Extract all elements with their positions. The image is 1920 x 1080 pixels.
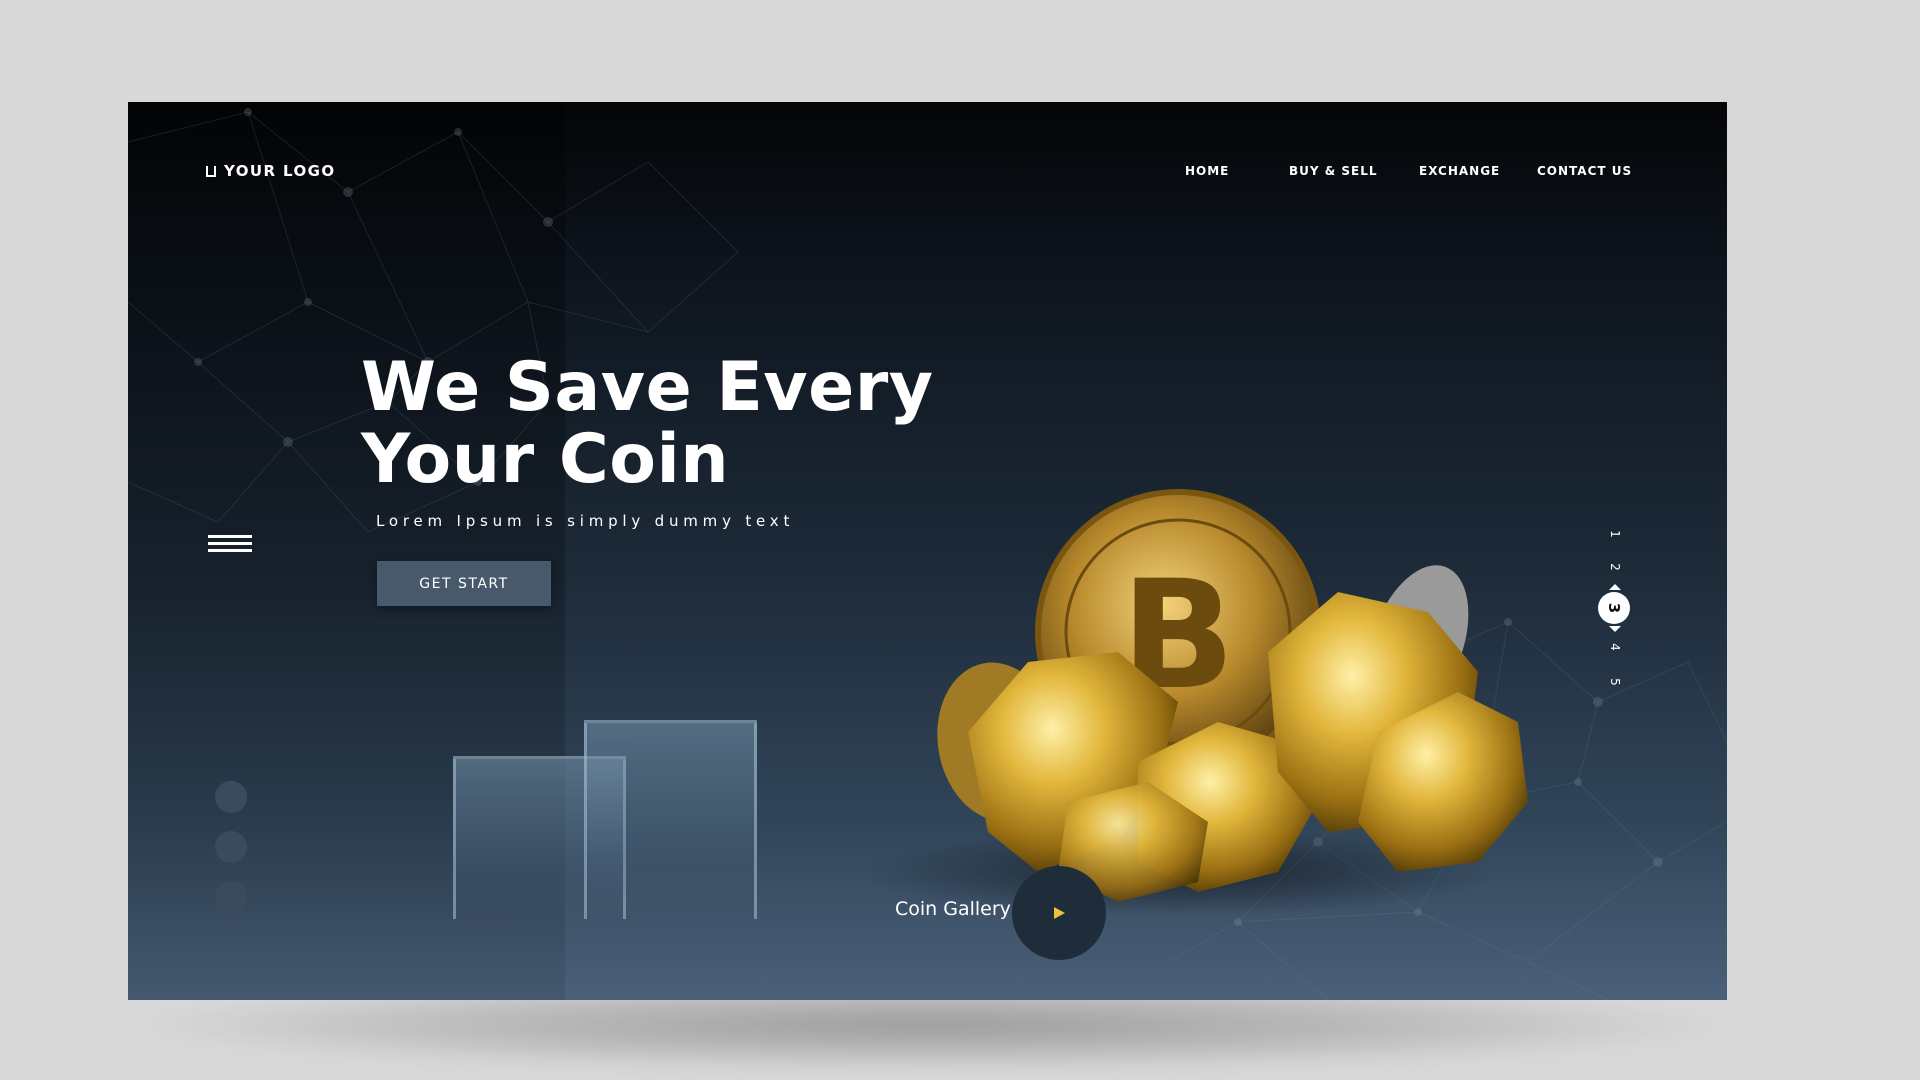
logo-text: YOUR LOGO — [224, 162, 336, 180]
nav-contact-us[interactable]: CONTACT US — [1537, 164, 1632, 178]
nav-home[interactable]: HOME — [1185, 164, 1289, 178]
logo[interactable]: YOUR LOGO — [206, 162, 335, 180]
active-page-label: 3 — [1605, 602, 1623, 614]
coin-gallery-label[interactable]: Coin Gallery — [895, 898, 1011, 920]
page-number-1[interactable]: 1 — [1608, 526, 1622, 542]
page-number-active[interactable]: 3 — [1598, 592, 1630, 624]
caret-up-icon — [1609, 584, 1621, 590]
nav-exchange[interactable]: EXCHANGE — [1419, 164, 1537, 178]
get-start-button[interactable]: GET START — [377, 561, 551, 606]
caret-down-icon — [1609, 626, 1621, 632]
play-button[interactable] — [1012, 866, 1106, 960]
glass-block — [584, 720, 757, 919]
side-dot[interactable] — [215, 831, 247, 863]
hero-section: YOUR LOGO HOME BUY & SELL EXCHANGE CONTA… — [128, 102, 1727, 1000]
page-indicator: 1 2 3 4 5 — [1595, 522, 1635, 792]
logo-mark-icon — [206, 165, 216, 177]
page-number-2[interactable]: 2 — [1608, 559, 1622, 575]
page-number-5[interactable]: 5 — [1608, 674, 1622, 690]
bitcoin-gold-illustration: B — [858, 489, 1528, 917]
play-icon — [1054, 907, 1065, 919]
side-dot[interactable] — [215, 781, 247, 813]
menu-icon[interactable] — [208, 535, 252, 553]
side-dots — [215, 781, 247, 931]
main-nav: HOME BUY & SELL EXCHANGE CONTACT US — [1185, 164, 1632, 178]
hero-subtitle: Lorem Ipsum is simply dummy text — [376, 512, 795, 530]
page-number-4[interactable]: 4 — [1608, 639, 1622, 655]
nav-buy-sell[interactable]: BUY & SELL — [1289, 164, 1419, 178]
side-dot[interactable] — [215, 881, 247, 913]
hero-title-line-2: Your Coin — [361, 420, 730, 499]
